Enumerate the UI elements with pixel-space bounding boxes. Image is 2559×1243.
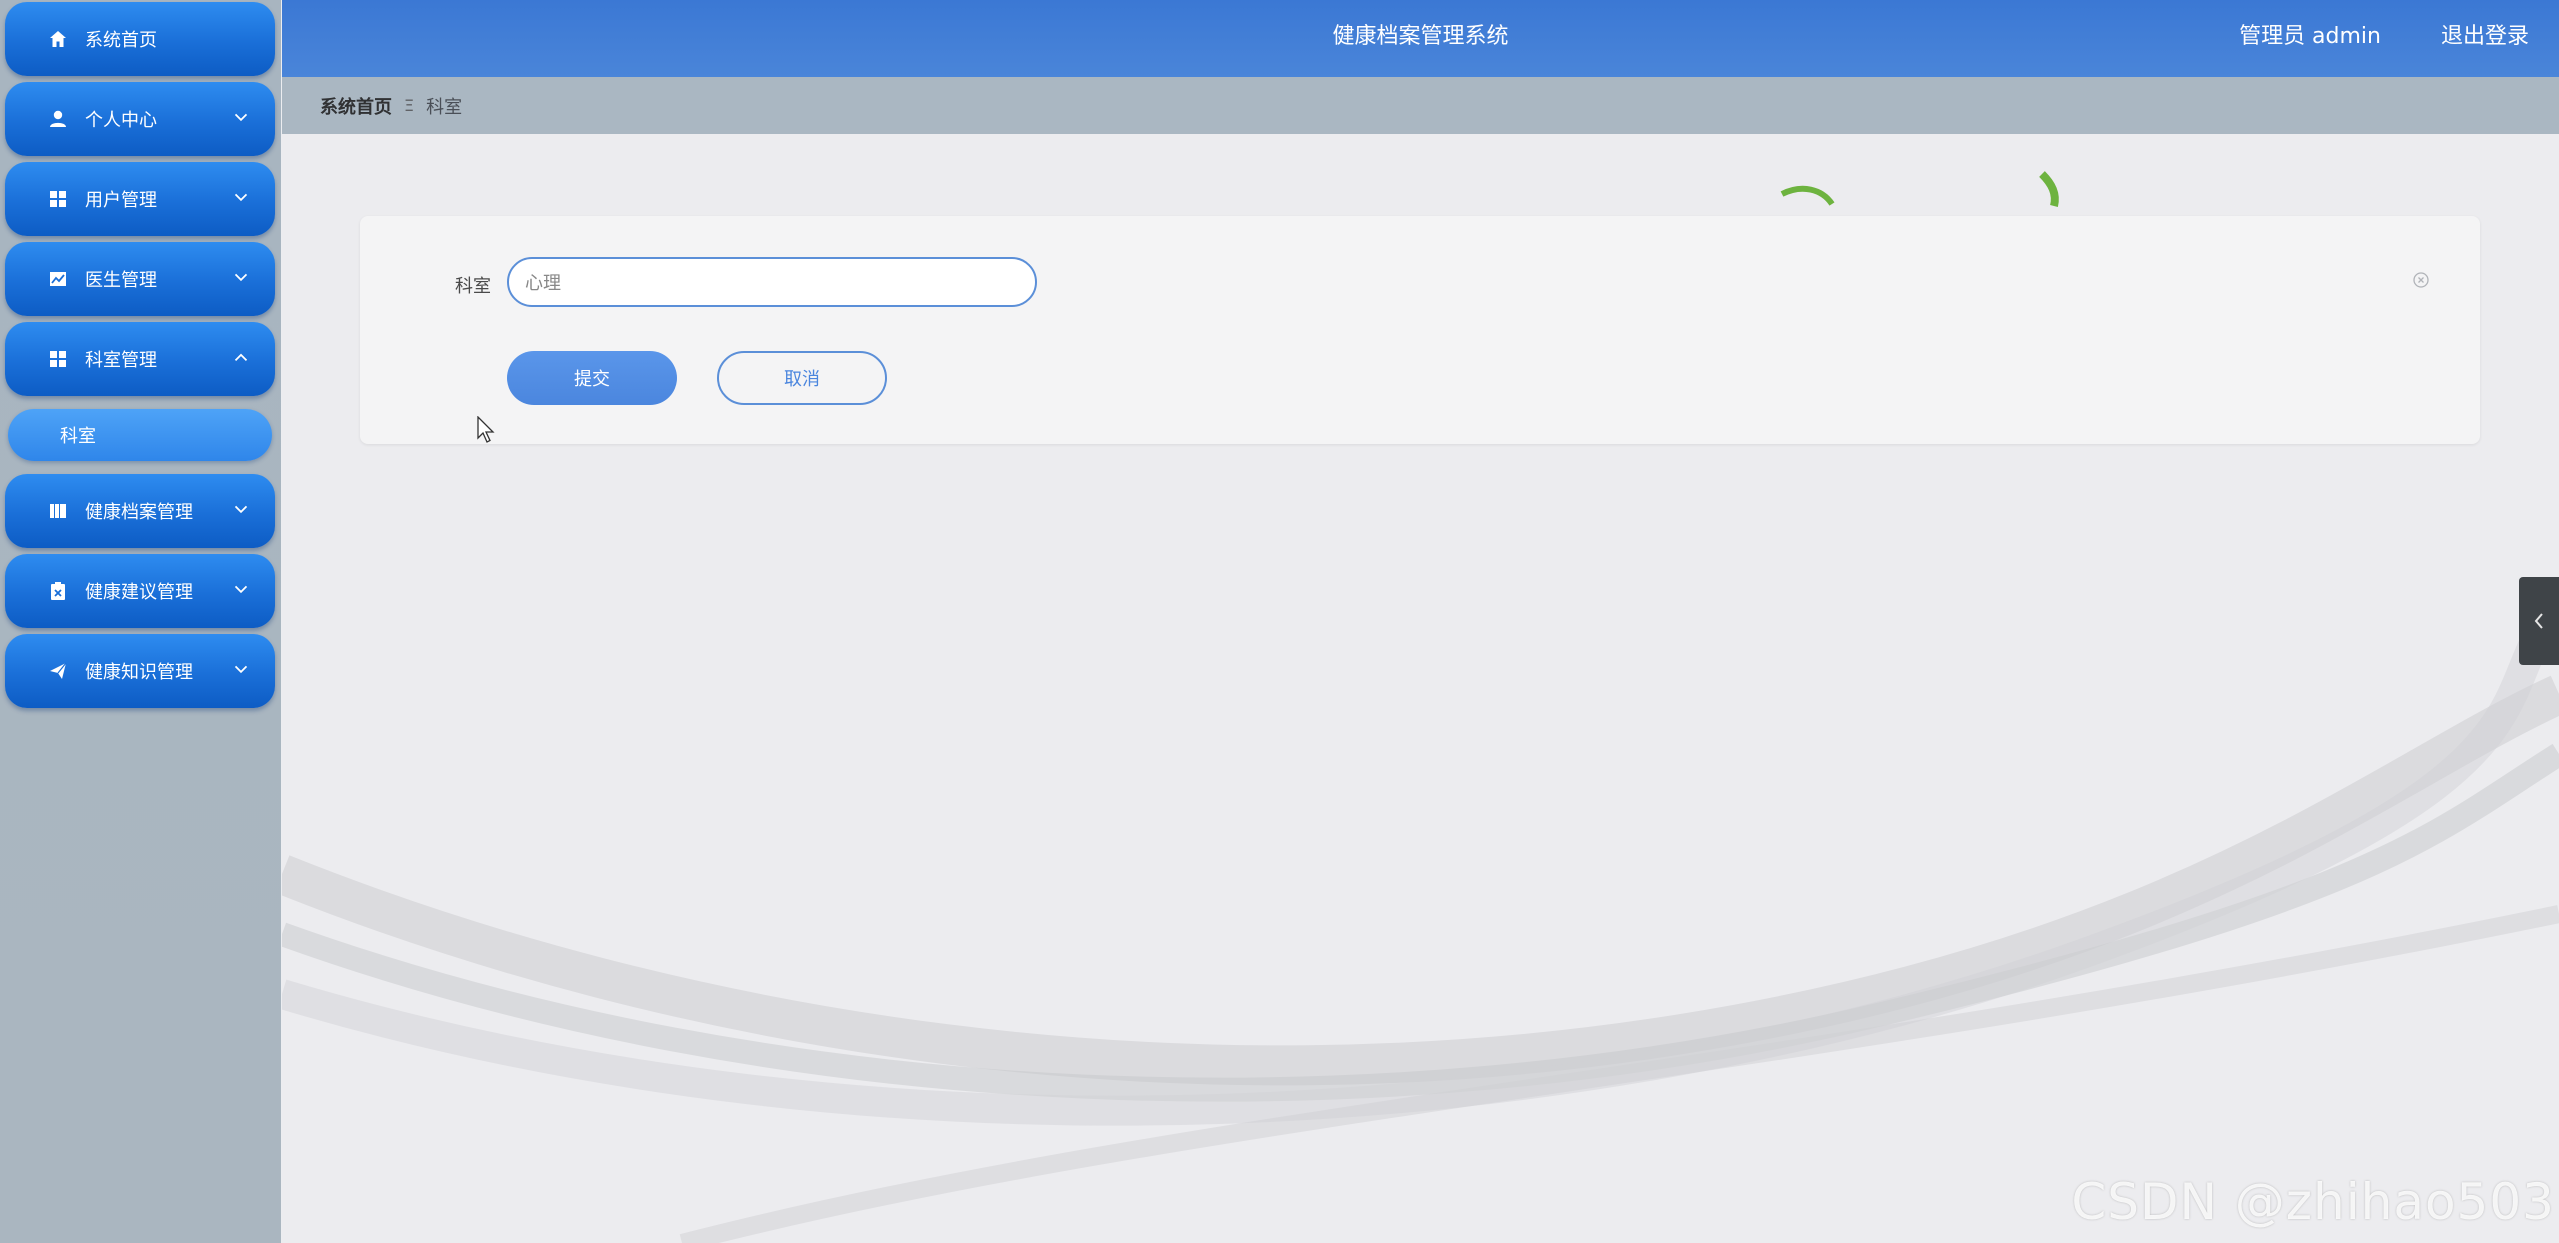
sidebar-item-label: 医生管理: [85, 270, 157, 291]
sidebar-item-health-advice[interactable]: 健康建议管理: [5, 554, 275, 628]
cancel-button[interactable]: 取消: [717, 351, 887, 405]
sidebar-item-label: 健康知识管理: [85, 662, 193, 683]
chevron-down-icon: [233, 189, 249, 205]
sidebar-item-doctors[interactable]: 医生管理: [5, 242, 275, 316]
sidebar-item-profile[interactable]: 个人中心: [5, 82, 275, 156]
sidebar-item-health-knowledge[interactable]: 健康知识管理: [5, 634, 275, 708]
sidebar-subitem-department[interactable]: 科室: [8, 409, 272, 461]
chevron-down-icon: [233, 581, 249, 597]
home-icon: [47, 28, 69, 50]
grid-icon: [47, 348, 69, 370]
breadcrumb-separator: Ξ: [404, 96, 415, 115]
logout-link[interactable]: 退出登录: [2441, 0, 2529, 74]
sidebar-item-departments[interactable]: 科室管理: [5, 322, 275, 396]
watermark: CSDN @zhihao503: [2071, 1173, 2555, 1231]
breadcrumb-current: 科室: [426, 96, 463, 118]
top-header: 健康档案管理系统 管理员 admin 退出登录: [282, 0, 2559, 77]
chevron-left-icon: [2534, 613, 2543, 629]
user-icon: [47, 108, 69, 130]
sidebar-subitem-label: 科室: [60, 426, 96, 447]
sidebar-item-users[interactable]: 用户管理: [5, 162, 275, 236]
sidebar-item-health-records[interactable]: 健康档案管理: [5, 474, 275, 548]
department-input[interactable]: [507, 257, 1037, 307]
panel-toggle-tab[interactable]: [2519, 577, 2559, 665]
chevron-down-icon: [233, 501, 249, 517]
chevron-down-icon: [233, 109, 249, 125]
submit-button[interactable]: 提交: [507, 351, 677, 405]
sidebar-item-label: 系统首页: [85, 30, 157, 51]
chevron-up-icon: [233, 349, 249, 365]
breadcrumb-home[interactable]: 系统首页: [320, 93, 392, 119]
department-label: 科室: [455, 276, 491, 297]
sidebar-item-label: 科室管理: [85, 350, 157, 371]
app-title: 健康档案管理系统: [1332, 24, 1509, 49]
clipboard-icon: [47, 580, 69, 602]
send-icon: [47, 660, 69, 682]
sidebar-item-label: 健康档案管理: [85, 502, 193, 523]
book-icon: [47, 500, 69, 522]
chart-icon: [47, 268, 69, 290]
current-user: 管理员 admin: [2239, 24, 2381, 49]
sidebar-item-home[interactable]: 系统首页: [5, 2, 275, 76]
department-form: 科室 提交 取消: [360, 216, 2480, 444]
grid-icon: [47, 188, 69, 210]
breadcrumb: 系统首页 Ξ 科室: [282, 77, 2559, 134]
sidebar-item-label: 健康建议管理: [85, 582, 193, 603]
sidebar-item-label: 个人中心: [85, 110, 157, 131]
chevron-down-icon: [233, 661, 249, 677]
sidebar: 系统首页 个人中心 用户管理 医生管理 科室管理 科室 健康档案管理 健康建议管…: [0, 0, 281, 1243]
sidebar-item-label: 用户管理: [85, 190, 157, 211]
close-circle-icon[interactable]: [2412, 271, 2430, 289]
mouse-cursor-icon: [477, 416, 495, 443]
chevron-down-icon: [233, 269, 249, 285]
